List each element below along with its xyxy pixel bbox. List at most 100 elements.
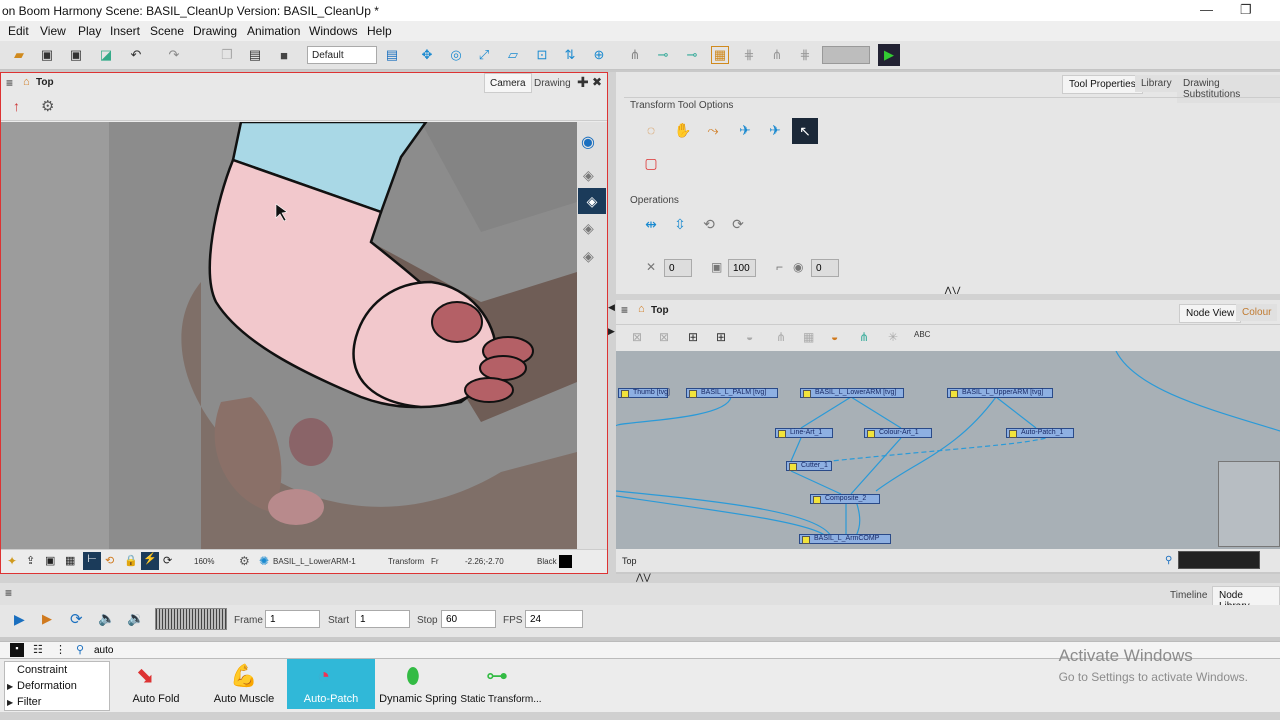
search-icon[interactable]: ⚲ <box>1165 555 1172 566</box>
snap-grid-icon[interactable]: ✈ <box>764 119 786 141</box>
menu-icon[interactable]: ≡ <box>6 76 13 90</box>
navigator-minimap[interactable] <box>1218 461 1280 547</box>
open-icon[interactable]: ▰ <box>10 46 28 64</box>
expand-icon[interactable]: ⋀⋁ <box>636 572 651 583</box>
rotate-cw-icon[interactable]: ⟳ <box>727 213 749 235</box>
undo-icon[interactable]: ↶ <box>127 46 145 64</box>
width-field[interactable] <box>728 259 756 277</box>
frame-field[interactable] <box>265 610 320 628</box>
stop-field[interactable] <box>441 610 496 628</box>
reset-view-icon[interactable]: ⟳ <box>163 554 172 567</box>
node-auto-patch[interactable]: Auto-Patch_1 <box>1006 428 1074 438</box>
snap-icon[interactable]: ⤳ <box>702 119 724 141</box>
color-swatch-select[interactable] <box>822 46 870 64</box>
module-auto-patch[interactable]: ◔ Auto-Patch <box>287 659 375 709</box>
menu-icon[interactable]: ≡ <box>5 586 12 600</box>
snap-contour-icon[interactable]: ✈ <box>734 119 756 141</box>
layers-bottom-icon[interactable]: ◈ <box>583 248 594 265</box>
menu-play[interactable]: Play <box>78 24 101 38</box>
exit-icon[interactable]: ▶ <box>878 44 900 66</box>
current-color-swatch[interactable] <box>559 555 572 568</box>
sound-icon[interactable]: 🔈 <box>98 610 115 627</box>
menu-scene[interactable]: Scene <box>150 24 184 38</box>
category-constraint[interactable]: Constraint <box>17 664 67 676</box>
envelope-icon[interactable]: ▦ <box>711 46 729 64</box>
node-upper-arm[interactable]: BASIL_L_UpperARM [tvg] <box>947 388 1053 398</box>
offset-icon[interactable]: ⋕ <box>796 46 814 64</box>
center-icon[interactable]: ⊕ <box>590 46 608 64</box>
node-tool-8-icon[interactable]: ◒ <box>831 330 838 344</box>
tab-drawing[interactable]: Drawing <box>530 73 575 93</box>
bone-icon[interactable]: ⊸ <box>654 46 672 64</box>
menu-edit[interactable]: Edit <box>8 24 29 38</box>
node-tool-5-icon[interactable]: ◒ <box>746 330 753 344</box>
list-view-icon[interactable]: ☷ <box>33 643 43 656</box>
flash-icon[interactable]: ⚡ <box>141 552 159 570</box>
library-search-input[interactable] <box>90 642 250 658</box>
bounding-box-icon[interactable]: ▢ <box>640 152 662 174</box>
menu-view[interactable]: View <box>40 24 66 38</box>
angle-field[interactable] <box>811 259 839 277</box>
tab-tool-properties[interactable]: Tool Properties <box>1062 75 1143 94</box>
gear-icon[interactable]: ⚙ <box>41 97 54 115</box>
layers-icon[interactable]: ◈ <box>583 167 594 184</box>
node-tool-9-icon[interactable]: ⋔ <box>859 330 869 344</box>
workspace-manager-icon[interactable]: ▤ <box>383 46 401 64</box>
settings-icon[interactable]: ⚙ <box>239 554 250 568</box>
start-field[interactable] <box>355 610 410 628</box>
pan-icon[interactable]: ✥ <box>418 46 436 64</box>
expand-deformation-icon[interactable]: ▶ <box>7 682 13 691</box>
rotate-ccw-icon[interactable]: ⟲ <box>698 213 720 235</box>
restore-button[interactable]: ❐ <box>1240 2 1252 18</box>
flip-h-icon[interactable]: ⇹ <box>640 213 662 235</box>
flip-icon[interactable]: ⇅ <box>561 46 579 64</box>
node-tool-2-icon[interactable]: ⊠ <box>659 330 669 344</box>
abc-icon[interactable]: ABC <box>914 330 930 339</box>
node-tool-1-icon[interactable]: ⊠ <box>632 330 642 344</box>
active-layers-icon[interactable]: ◈ <box>578 188 606 214</box>
menu-icon[interactable]: ≡ <box>621 303 628 317</box>
menu-drawing[interactable]: Drawing <box>193 24 237 38</box>
bottom-splitter[interactable]: ⋀⋁ <box>0 572 1280 583</box>
node-thumb[interactable]: Thumb [tvg] <box>618 388 670 398</box>
deform-grid-icon[interactable]: ⋕ <box>740 46 758 64</box>
module-auto-muscle[interactable]: 💪 Auto Muscle <box>200 659 288 709</box>
frame-icon[interactable]: ▣ <box>45 554 55 567</box>
vertical-splitter[interactable]: ◀ ▶ <box>608 72 616 574</box>
workspace-select[interactable]: Default <box>307 46 377 64</box>
collapse-left-icon[interactable]: ◀ <box>608 302 615 313</box>
menu-insert[interactable]: Insert <box>110 24 140 38</box>
category-filter[interactable]: Filter <box>17 696 41 708</box>
drawing-canvas[interactable] <box>1 122 577 549</box>
tab-library[interactable]: Library <box>1135 75 1178 92</box>
x-field[interactable] <box>664 259 692 277</box>
flip-v-icon[interactable]: ⇳ <box>669 213 691 235</box>
module-auto-fold[interactable]: ⬊ Auto Fold <box>112 659 200 709</box>
select-peg-icon[interactable]: ✋ <box>672 119 694 141</box>
onion-icon[interactable]: ⇪ <box>26 554 35 567</box>
fit-icon[interactable]: ⊡ <box>533 46 551 64</box>
camera-icon[interactable]: ■ <box>275 46 293 64</box>
rotate-view-icon[interactable]: ⟲ <box>105 554 114 567</box>
category-deformation[interactable]: Deformation <box>17 680 77 692</box>
tab-node-view[interactable]: Node View <box>1179 304 1242 323</box>
node-tool-10-icon[interactable]: ✳ <box>888 330 898 344</box>
playback-speed-slider[interactable] <box>155 608 227 630</box>
fps-select[interactable] <box>525 610 583 628</box>
light-icon[interactable]: ✦ <box>7 554 17 568</box>
minimize-button[interactable]: — <box>1200 2 1213 17</box>
tab-timeline[interactable]: Timeline <box>1164 587 1214 604</box>
tab-colour[interactable]: Colour <box>1236 304 1278 321</box>
deform-icon[interactable]: ⋔ <box>626 46 644 64</box>
node-composite[interactable]: Composite_2 <box>810 494 880 504</box>
node-lower-arm[interactable]: BASIL_L_LowerARM [tvg] <box>800 388 904 398</box>
close-icon[interactable]: ✖ <box>592 75 602 89</box>
chain-icon[interactable]: ⊸ <box>683 46 701 64</box>
node-cutter[interactable]: Cutter_1 <box>786 461 832 471</box>
module-static-transform[interactable]: ⊶ Static Transform... <box>458 659 544 709</box>
import-icon[interactable]: ◪ <box>97 46 115 64</box>
rotate-icon[interactable]: ◎ <box>447 46 465 64</box>
node-palm[interactable]: BASIL_L_PALM [tvg] <box>686 388 778 398</box>
node-tool-4-icon[interactable]: ⊞ <box>716 330 726 344</box>
node-search-input[interactable] <box>1178 551 1260 569</box>
